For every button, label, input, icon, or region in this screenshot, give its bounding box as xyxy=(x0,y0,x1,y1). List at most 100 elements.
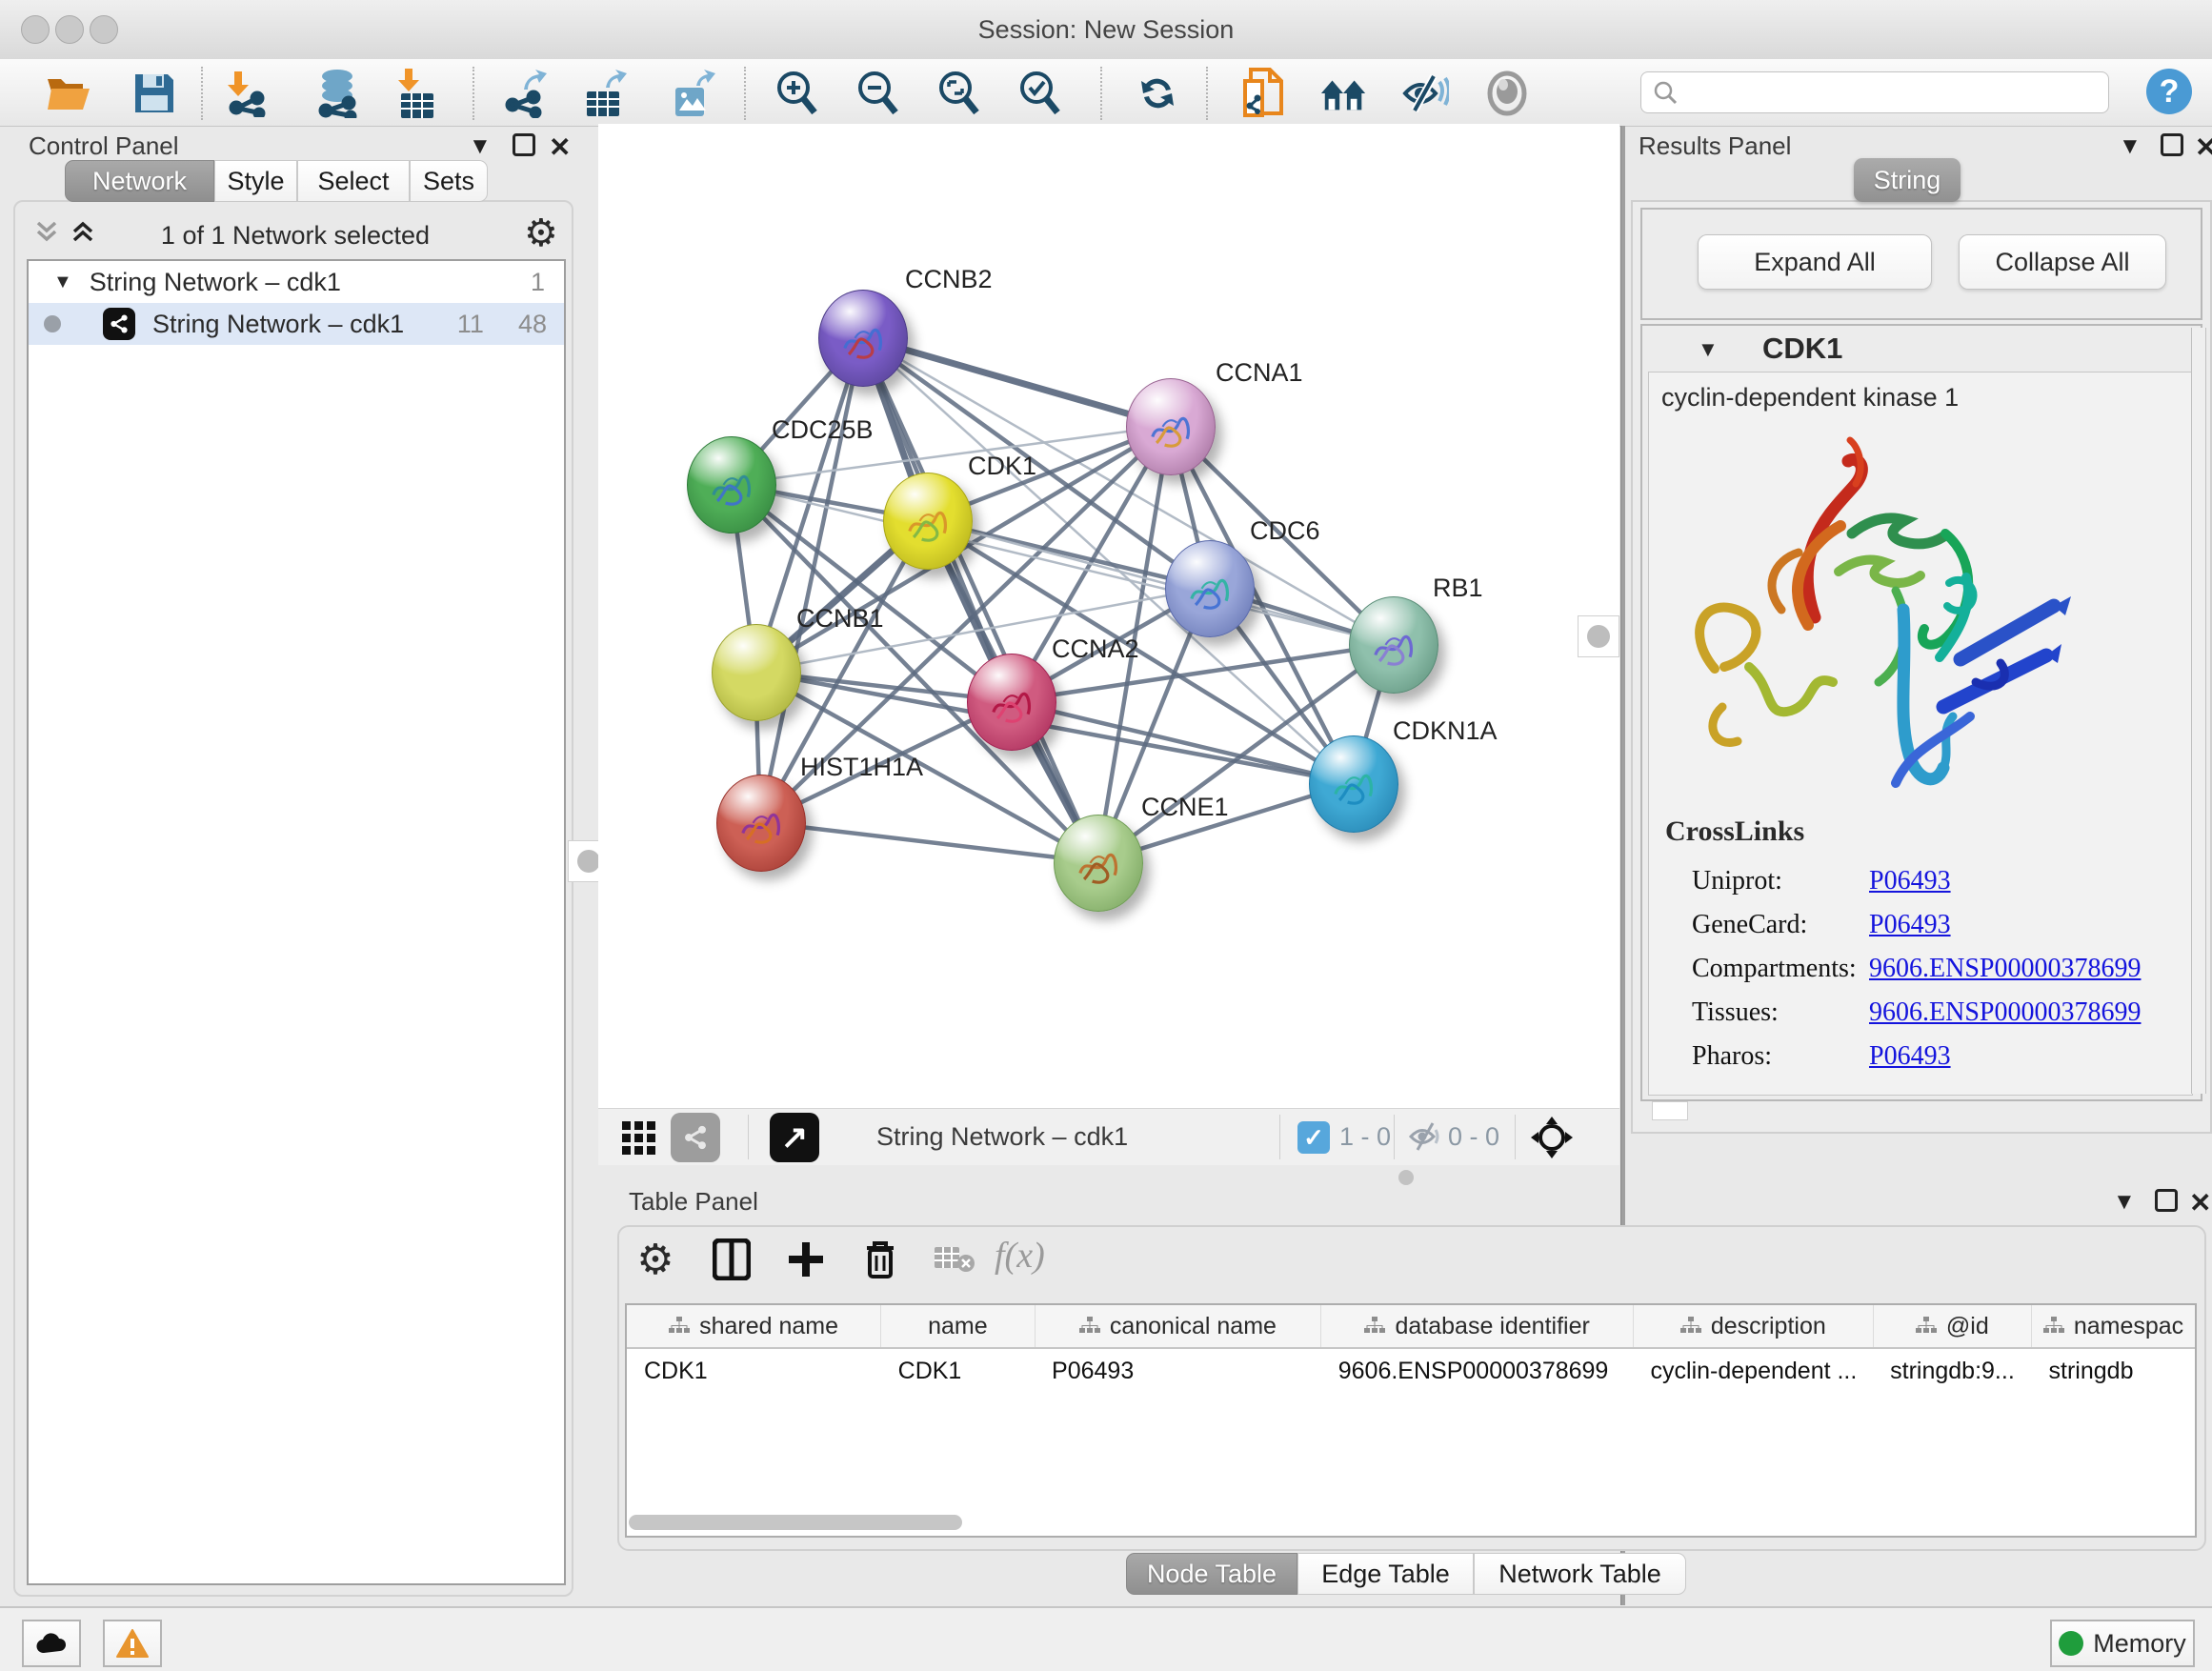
control-panel-float-icon[interactable]: ▼ xyxy=(469,133,492,160)
zoom-fit-icon[interactable] xyxy=(934,69,983,118)
collapse-all-networks-icon[interactable] xyxy=(32,217,61,251)
crosslink-link[interactable]: 9606.ENSP00000378699 xyxy=(1869,997,2141,1028)
tab-select[interactable]: Select xyxy=(297,160,410,202)
export-table-icon[interactable] xyxy=(581,69,631,118)
column-header--id[interactable]: @id xyxy=(1873,1305,2031,1348)
column-header-name[interactable]: name xyxy=(881,1305,1035,1348)
table-cell[interactable]: CDK1 xyxy=(881,1348,1035,1393)
tab-network[interactable]: Network xyxy=(65,160,214,202)
tab-sets[interactable]: Sets xyxy=(410,160,488,202)
right-splitter-handle[interactable] xyxy=(1578,615,1619,657)
zoom-in-icon[interactable] xyxy=(772,69,821,118)
string-eye-icon[interactable] xyxy=(1482,69,1532,118)
table-cell[interactable]: P06493 xyxy=(1035,1348,1321,1393)
results-panel-maximize-icon[interactable] xyxy=(2161,133,2183,156)
node-CCNA2[interactable] xyxy=(967,654,1056,751)
table-panel-close-icon[interactable]: ✕ xyxy=(2189,1187,2211,1218)
tab-network-table[interactable]: Network Table xyxy=(1474,1553,1686,1595)
protein-collapse-icon[interactable]: ▼ xyxy=(1698,337,1719,362)
table-cell[interactable]: stringdb:9... xyxy=(1873,1348,2031,1393)
table-options-gear-icon[interactable]: ⚙ xyxy=(631,1235,680,1284)
zoom-selected-icon[interactable] xyxy=(1015,69,1064,118)
node-CDKN1A[interactable] xyxy=(1309,735,1398,833)
column-header-namespac[interactable]: namespac xyxy=(2032,1305,2195,1348)
expand-all-button[interactable]: Expand All xyxy=(1698,234,1932,290)
export-image-icon[interactable] xyxy=(670,69,719,118)
open-session-icon[interactable] xyxy=(44,69,93,118)
node-CCNE1[interactable] xyxy=(1054,815,1143,912)
horizontal-splitter-handle[interactable] xyxy=(1398,1170,1414,1185)
fit-content-crosshair-icon[interactable] xyxy=(1530,1116,1574,1164)
function-builder-icon[interactable]: f(x) xyxy=(995,1235,1080,1277)
tab-node-table[interactable]: Node Table xyxy=(1126,1553,1297,1595)
delete-table-icon[interactable] xyxy=(930,1235,979,1284)
column-header-shared-name[interactable]: shared name xyxy=(627,1305,881,1348)
node-CCNB1[interactable] xyxy=(712,624,801,721)
help-icon[interactable]: ? xyxy=(2146,69,2192,114)
refresh-icon[interactable] xyxy=(1133,69,1182,118)
expand-all-networks-icon[interactable] xyxy=(69,217,97,251)
network-row-selected[interactable]: String Network – cdk1 11 48 xyxy=(29,303,564,345)
node-table[interactable]: shared namenamecanonical namedatabase id… xyxy=(625,1303,2197,1538)
table-cell[interactable]: 9606.ENSP00000378699 xyxy=(1321,1348,1634,1393)
node-CDC25B[interactable] xyxy=(687,436,776,534)
table-cell[interactable]: stringdb xyxy=(2032,1348,2195,1393)
search-input[interactable] xyxy=(1640,71,2109,113)
string-home-icon[interactable] xyxy=(1319,69,1369,118)
network-share-icon[interactable] xyxy=(671,1113,720,1162)
cloud-status-button[interactable] xyxy=(22,1620,81,1667)
string-document-icon[interactable] xyxy=(1238,69,1288,118)
tab-string[interactable]: String xyxy=(1854,158,1961,202)
table-cell[interactable]: CDK1 xyxy=(627,1348,881,1393)
warning-status-button[interactable] xyxy=(103,1620,162,1667)
string-hide-icon[interactable] xyxy=(1400,69,1450,118)
results-scrollbar[interactable] xyxy=(2191,328,2206,1094)
collapse-all-button[interactable]: Collapse All xyxy=(1959,234,2166,290)
hidden-eye-slash-icon[interactable] xyxy=(1408,1120,1442,1158)
collection-expand-icon[interactable]: ▼ xyxy=(53,272,72,293)
results-panel-float-icon[interactable]: ▼ xyxy=(2119,133,2142,160)
node-label-CCNA2: CCNA2 xyxy=(1052,634,1139,664)
column-header-canonical-name[interactable]: canonical name xyxy=(1035,1305,1321,1348)
search-icon xyxy=(1653,80,1678,105)
column-header-description[interactable]: description xyxy=(1634,1305,1874,1348)
zoom-out-icon[interactable] xyxy=(853,69,902,118)
network-collection-row[interactable]: ▼ String Network – cdk1 1 xyxy=(29,261,564,303)
table-cell[interactable]: cyclin-dependent ... xyxy=(1634,1348,1874,1393)
table-panel-float-icon[interactable]: ▼ xyxy=(2113,1189,2136,1216)
crosslink-link[interactable]: P06493 xyxy=(1869,910,1951,940)
table-panel-maximize-icon[interactable] xyxy=(2155,1189,2178,1212)
crosslink-link[interactable]: P06493 xyxy=(1869,1041,1951,1072)
tab-style[interactable]: Style xyxy=(214,160,297,202)
node-CDK1[interactable] xyxy=(883,473,973,570)
table-hscroll-thumb[interactable] xyxy=(629,1515,962,1530)
export-network-icon[interactable] xyxy=(500,69,550,118)
node-CCNA1[interactable] xyxy=(1126,378,1216,475)
node-HIST1H1A[interactable] xyxy=(716,775,806,872)
import-network-file-icon[interactable] xyxy=(222,69,271,118)
control-panel-maximize-icon[interactable] xyxy=(513,133,535,156)
network-options-gear-icon[interactable]: ⚙ xyxy=(524,211,558,255)
results-hscroll-thumb[interactable] xyxy=(1652,1101,1688,1120)
selected-checkbox-icon[interactable]: ✓ xyxy=(1297,1121,1330,1154)
add-column-icon[interactable] xyxy=(781,1235,831,1284)
memory-button[interactable]: Memory xyxy=(2050,1620,2195,1667)
crosslink-link[interactable]: P06493 xyxy=(1869,866,1951,896)
birds-eye-view-icon[interactable] xyxy=(621,1120,657,1161)
delete-column-icon[interactable] xyxy=(855,1235,905,1284)
table-row[interactable]: CDK1CDK1P064939606.ENSP00000378699cyclin… xyxy=(627,1348,2195,1393)
crosslink-link[interactable]: 9606.ENSP00000378699 xyxy=(1869,954,2141,984)
node-RB1[interactable] xyxy=(1349,596,1438,694)
node-CCNB2[interactable] xyxy=(818,290,908,387)
results-panel-close-icon[interactable]: ✕ xyxy=(2195,131,2212,163)
open-in-window-icon[interactable]: ↗ xyxy=(770,1113,819,1162)
show-columns-icon[interactable] xyxy=(707,1235,756,1284)
import-table-icon[interactable] xyxy=(392,69,441,118)
save-session-icon[interactable] xyxy=(130,69,179,118)
import-network-database-icon[interactable] xyxy=(312,69,362,118)
tab-edge-table[interactable]: Edge Table xyxy=(1297,1553,1474,1595)
network-canvas[interactable]: CCNB2CCNA1CDC25BCDK1CDC6RB1CCNB1CCNA2CDK… xyxy=(598,124,1619,1108)
control-panel-close-icon[interactable]: ✕ xyxy=(549,131,571,163)
node-CDC6[interactable] xyxy=(1165,540,1255,637)
column-header-database-identifier[interactable]: database identifier xyxy=(1321,1305,1634,1348)
